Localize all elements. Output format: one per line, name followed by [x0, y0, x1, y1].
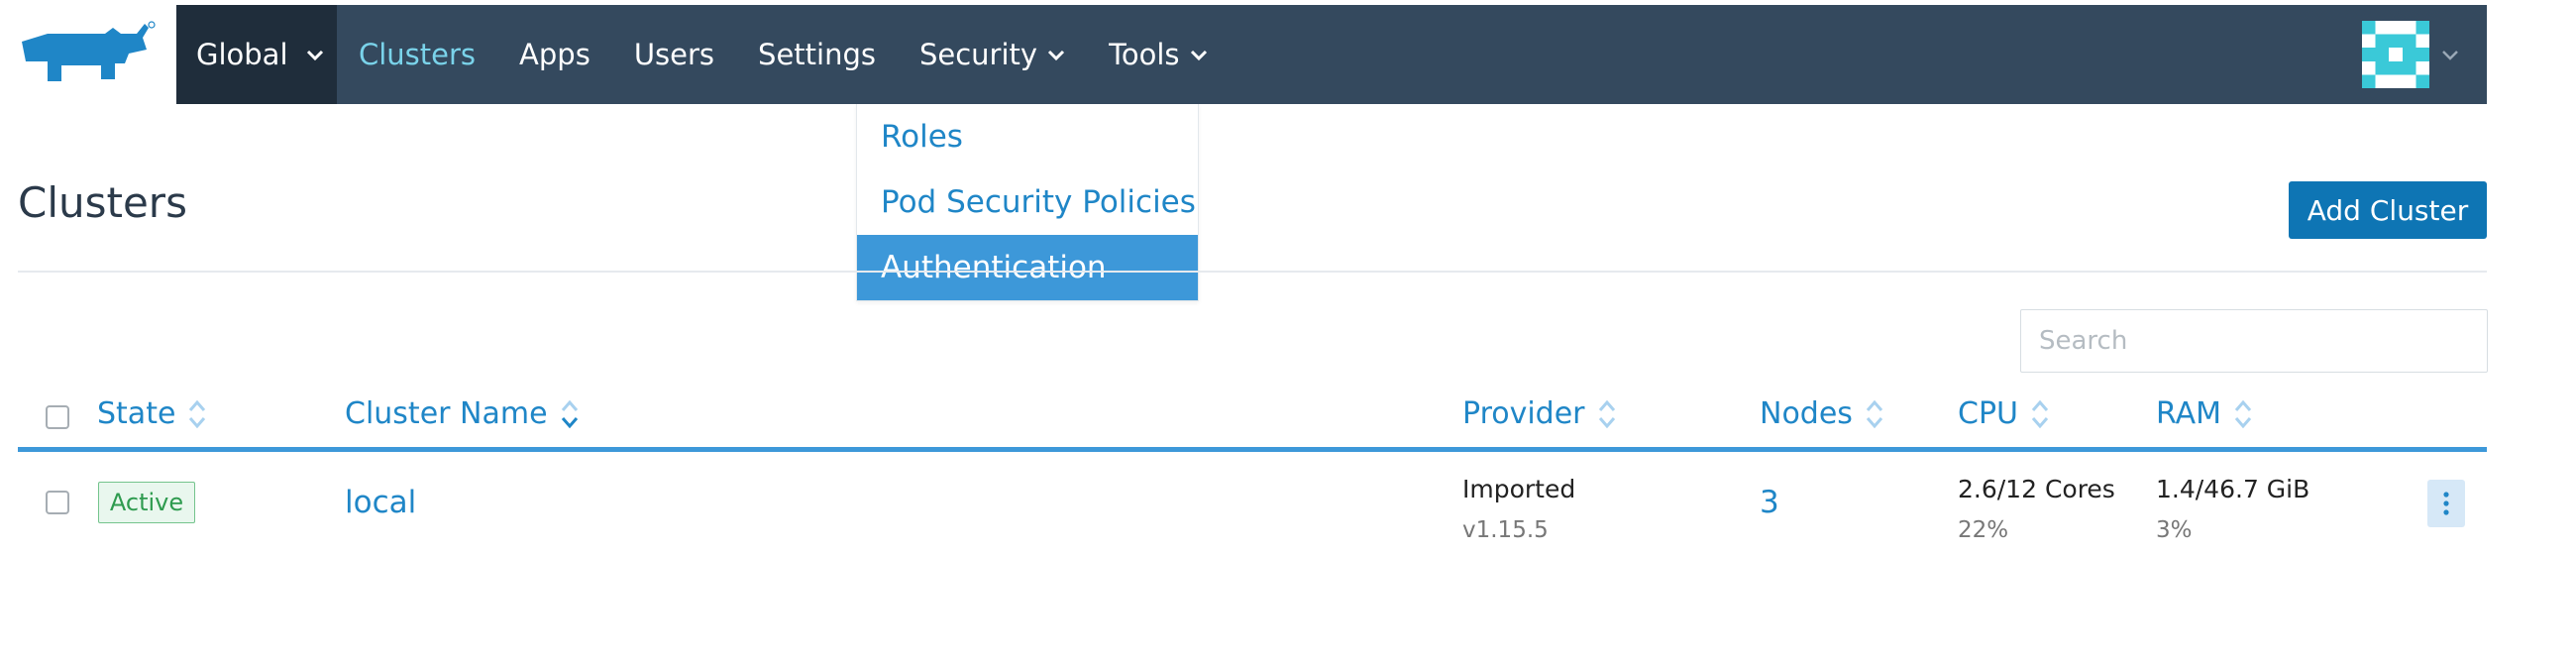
sort-icon — [561, 399, 578, 428]
menu-item-roles[interactable]: Roles — [857, 104, 1198, 169]
kebab-menu-icon — [2443, 492, 2449, 515]
column-label: CPU — [1958, 396, 2018, 431]
column-header-provider[interactable]: Provider — [1462, 396, 1617, 431]
column-header-cluster-name[interactable]: Cluster Name — [345, 396, 580, 431]
nav-label: Settings — [758, 38, 876, 71]
nav-users[interactable]: Users — [612, 38, 736, 71]
status-badge: Active — [98, 482, 195, 523]
column-label: Provider — [1462, 396, 1585, 431]
sort-icon — [2234, 399, 2252, 428]
nodes-count-link[interactable]: 3 — [1760, 485, 1779, 520]
nav-tools[interactable]: Tools — [1087, 38, 1229, 71]
nav-label: Users — [633, 38, 715, 71]
row-checkbox[interactable] — [46, 491, 69, 514]
nav-clusters[interactable]: Clusters — [337, 38, 497, 71]
cpu-percent: 22% — [1958, 517, 2009, 543]
top-navbar: Global Clusters Apps Users Settings Secu… — [176, 5, 2487, 104]
cluster-name-link[interactable]: local — [345, 485, 416, 520]
search-input[interactable] — [2020, 309, 2488, 373]
nav-label: Security — [918, 38, 1038, 71]
nav-label: Apps — [519, 38, 590, 71]
avatar-icon — [2362, 21, 2429, 88]
select-all-checkbox[interactable] — [46, 405, 69, 429]
chevron-down-icon — [1190, 50, 1207, 61]
column-header-nodes[interactable]: Nodes — [1760, 396, 1884, 431]
nav-label: Clusters — [359, 38, 477, 71]
nav-label: Tools — [1109, 38, 1180, 71]
menu-item-authentication[interactable]: Authentication — [857, 235, 1198, 300]
sort-icon — [1866, 399, 1883, 428]
chevron-down-icon — [2442, 51, 2458, 60]
chevron-down-icon — [1048, 50, 1065, 61]
menu-item-pod-security-policies[interactable]: Pod Security Policies — [857, 169, 1198, 235]
nav-apps[interactable]: Apps — [497, 38, 612, 71]
provider-version: v1.15.5 — [1462, 517, 1549, 543]
column-header-ram[interactable]: RAM — [2156, 396, 2253, 431]
cpu-value: 2.6/12 Cores — [1958, 475, 2115, 503]
sort-icon — [189, 399, 206, 428]
divider — [18, 271, 2487, 273]
ram-value: 1.4/46.7 GiB — [2156, 475, 2310, 503]
user-menu[interactable] — [2362, 5, 2487, 104]
column-label: Cluster Name — [345, 396, 548, 431]
table-row: Active local Imported v1.15.5 3 2.6/12 C… — [18, 457, 2487, 556]
table-header: State Cluster Name Provider Nodes CPU RA… — [18, 390, 2487, 452]
provider-value: Imported — [1462, 475, 1576, 503]
sort-icon — [2031, 399, 2049, 428]
column-label: State — [97, 396, 176, 431]
rancher-logo-icon[interactable] — [18, 20, 157, 91]
page-title: Clusters — [18, 178, 187, 227]
column-label: RAM — [2156, 396, 2222, 431]
sort-icon — [1598, 399, 1615, 428]
scope-selector[interactable]: Global — [176, 5, 337, 104]
nav-security[interactable]: Security — [898, 38, 1087, 71]
column-header-state[interactable]: State — [97, 396, 207, 431]
column-label: Nodes — [1760, 396, 1853, 431]
ram-percent: 3% — [2156, 517, 2193, 543]
add-cluster-button[interactable]: Add Cluster — [2289, 181, 2487, 239]
scope-label: Global — [196, 38, 288, 71]
row-actions-button[interactable] — [2427, 480, 2465, 527]
column-header-cpu[interactable]: CPU — [1958, 396, 2050, 431]
chevron-down-icon — [306, 50, 323, 61]
nav-settings[interactable]: Settings — [736, 38, 898, 71]
